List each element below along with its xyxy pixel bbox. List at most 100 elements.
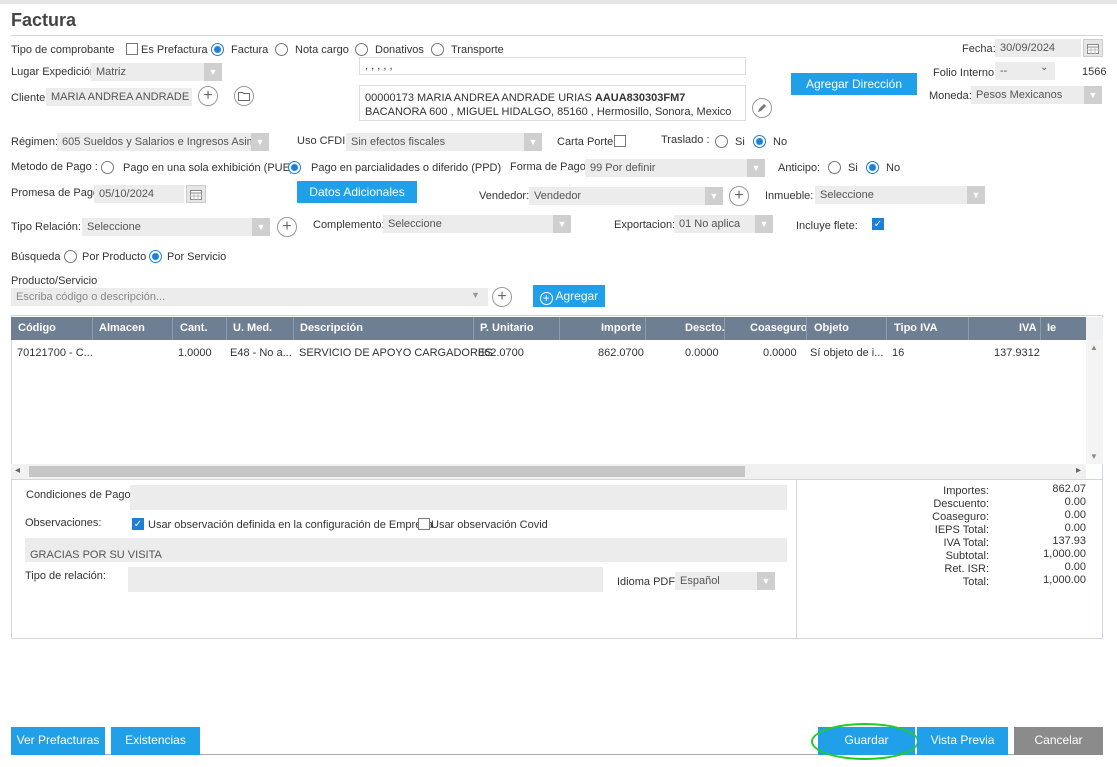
total-value: 0.00 <box>1064 522 1086 534</box>
traslado-no-radio[interactable] <box>753 135 766 148</box>
total-value: 1,000.00 <box>1043 574 1086 586</box>
column-separator <box>806 317 807 340</box>
chevron-down-icon[interactable]: ▼ <box>757 572 775 590</box>
scroll-left-icon[interactable]: ◂ <box>15 465 20 476</box>
existencias-button[interactable]: Existencias <box>111 727 200 755</box>
carta-porte-checkbox[interactable] <box>614 135 626 147</box>
idioma-select[interactable]: Español <box>675 572 757 590</box>
agregar-button[interactable]: + Agregar <box>533 285 605 307</box>
col-importe[interactable]: Importe <box>601 317 641 340</box>
moneda-label: Moneda: <box>929 90 972 102</box>
cancelar-button[interactable]: Cancelar <box>1014 727 1103 755</box>
ver-prefacturas-button[interactable]: Ver Prefacturas <box>11 727 105 755</box>
chevron-down-icon[interactable]: ▼ <box>755 215 773 233</box>
add-vendedor-icon[interactable]: + <box>729 186 749 206</box>
promesa-label: Promesa de Pago <box>11 187 100 199</box>
chevron-down-icon[interactable]: ▼ <box>524 133 542 151</box>
chevron-down-icon[interactable]: ▼ <box>251 133 269 151</box>
chevron-down-icon[interactable]: ▼ <box>1084 86 1102 104</box>
total-label: Ret. ISR: <box>944 563 989 575</box>
add-producto-icon[interactable]: + <box>492 287 512 307</box>
fecha-input[interactable]: 30/09/2024 <box>995 39 1081 57</box>
inmueble-select[interactable]: Seleccione <box>815 186 967 204</box>
vertical-scrollbar[interactable]: ▲ ▼ <box>1086 340 1103 464</box>
total-value: 0.00 <box>1064 509 1086 521</box>
incluye-flete-checkbox[interactable]: ✓ <box>872 218 884 230</box>
vista-previa-button[interactable]: Vista Previa <box>917 727 1008 755</box>
top-tab-bar <box>0 0 1117 4</box>
uso-cfdi-label: Uso CFDI: <box>297 135 349 147</box>
regimen-select[interactable]: 605 Sueldos y Salarios e Ingresos Asimil… <box>57 133 251 151</box>
chevron-down-icon[interactable]: ▼ <box>204 63 222 81</box>
chevron-down-icon[interactable]: ▼ <box>705 187 723 205</box>
scroll-up-icon[interactable]: ▲ <box>1090 343 1098 352</box>
col-tipo-iva[interactable]: Tipo IVA <box>894 317 938 340</box>
prefactura-checkbox[interactable] <box>126 43 138 55</box>
address-top-field[interactable]: , , , , , <box>359 57 746 75</box>
por-servicio-radio[interactable] <box>149 250 162 263</box>
lugar-select[interactable]: Matriz <box>91 63 204 81</box>
datos-adicionales-button[interactable]: Datos Adicionales <box>297 181 417 203</box>
col-cant[interactable]: Cant. <box>180 317 208 340</box>
exportacion-select[interactable]: 01 No aplica <box>674 215 755 233</box>
anticipo-no-radio[interactable] <box>866 161 879 174</box>
observaciones-textarea[interactable]: GRACIAS POR SU VISITA <box>25 538 787 562</box>
forma-pago-select[interactable]: 99 Por definir <box>585 159 747 177</box>
carta-porte-label: Carta Porte: <box>557 136 617 148</box>
transporte-radio[interactable] <box>431 43 444 56</box>
col-descto[interactable]: Descto. <box>685 317 725 340</box>
fecha-label: Fecha: <box>962 43 996 55</box>
obs-empresa-checkbox[interactable]: ✓ <box>132 518 144 530</box>
donativos-radio[interactable] <box>355 43 368 56</box>
producto-servicio-input[interactable]: Escriba código o descripción... <box>11 288 488 306</box>
add-cliente-icon[interactable]: + <box>198 86 218 106</box>
nota-cargo-radio[interactable] <box>275 43 288 56</box>
col-umed[interactable]: U. Med. <box>233 317 272 340</box>
complemento-select[interactable]: Seleccione <box>383 215 553 233</box>
col-punitario[interactable]: P. Unitario <box>480 317 534 340</box>
chevron-down-icon[interactable]: ▼ <box>747 159 765 177</box>
pue-radio[interactable] <box>101 161 114 174</box>
col-ieps[interactable]: Ie <box>1047 317 1056 340</box>
por-producto-radio[interactable] <box>64 250 77 263</box>
total-row: Descuento: 0.00 <box>900 496 1090 511</box>
incluye-flete-label: Incluye flete: <box>796 220 858 232</box>
calendar-icon[interactable] <box>186 185 206 203</box>
factura-label: Factura <box>231 44 269 56</box>
calendar-icon[interactable] <box>1083 39 1103 57</box>
obs-covid-checkbox[interactable] <box>418 518 430 530</box>
chevron-down-icon[interactable]: ▼ <box>252 218 270 236</box>
anticipo-si-radio[interactable] <box>828 161 841 174</box>
agregar-direccion-button[interactable]: Agregar Dirección <box>791 73 917 95</box>
table-row[interactable]: 70121700 - C... 1.0000 E48 - No a... SER… <box>11 345 1086 361</box>
horizontal-scrollbar[interactable]: ◂ ▸ <box>11 464 1086 479</box>
folder-icon[interactable] <box>234 86 254 106</box>
promesa-input[interactable]: 05/10/2024 <box>94 185 184 203</box>
traslado-si-radio[interactable] <box>715 135 728 148</box>
panel-divider <box>796 480 797 639</box>
chevron-down-icon[interactable]: ▼ <box>967 186 985 204</box>
scrollbar-thumb[interactable] <box>29 466 745 477</box>
scroll-down-icon[interactable]: ▼ <box>1090 452 1098 461</box>
cliente-input[interactable]: MARIA ANDREA ANDRADE URI <box>46 88 192 106</box>
complemento-label: Complemento: <box>313 219 385 231</box>
col-codigo[interactable]: Código <box>18 317 56 340</box>
col-coaseguro[interactable]: Coaseguro <box>750 317 807 340</box>
col-iva[interactable]: IVA <box>1019 317 1037 340</box>
uso-cfdi-select[interactable]: Sin efectos fiscales <box>346 133 524 151</box>
totals-panel: Importes: 862.07 Descuento: 0.00 Coaseguro… <box>900 483 1090 589</box>
vendedor-select[interactable]: Vendedor <box>529 187 705 205</box>
col-objeto[interactable]: Objeto <box>814 317 849 340</box>
ppd-radio[interactable] <box>288 161 301 174</box>
col-almacen[interactable]: Almacen <box>99 317 145 340</box>
scroll-right-icon[interactable]: ▸ <box>1076 465 1081 476</box>
tipo-relacion2-input[interactable] <box>128 567 603 592</box>
pencil-icon[interactable] <box>752 98 772 118</box>
chevron-down-icon[interactable]: ▼ <box>553 215 571 233</box>
moneda-select[interactable]: Pesos Mexicanos <box>971 86 1084 104</box>
col-descripcion[interactable]: Descripción <box>300 317 363 340</box>
add-relacion-icon[interactable]: + <box>277 217 297 237</box>
factura-radio[interactable] <box>211 43 224 56</box>
condiciones-input[interactable] <box>130 485 787 510</box>
tipo-relacion-select[interactable]: Seleccione <box>82 218 252 236</box>
